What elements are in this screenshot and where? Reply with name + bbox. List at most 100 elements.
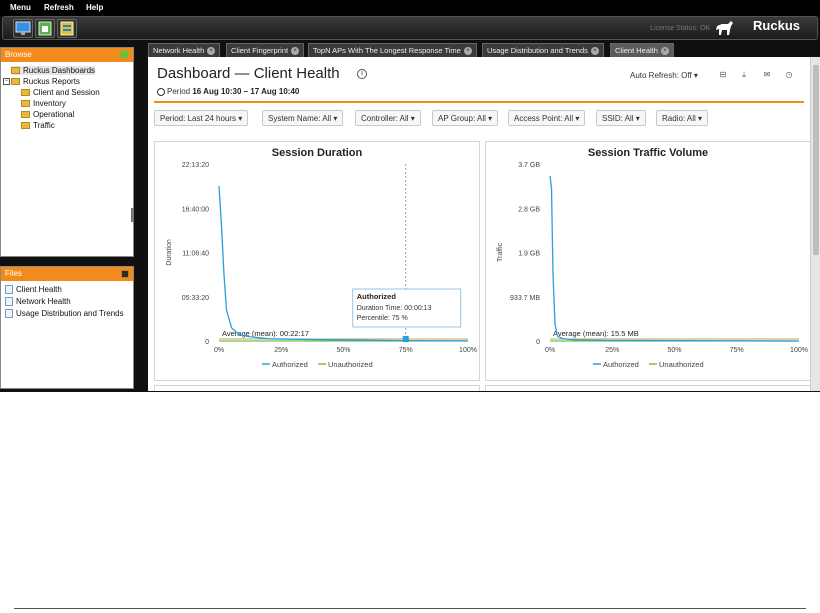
tooltip-line: Percentile: 75 % (357, 315, 408, 322)
files-title: Files (5, 269, 22, 278)
page-title: Dashboard — Client Health (157, 65, 340, 82)
series-authorized-line (549, 175, 800, 342)
legend-label-authorized: Authorized (603, 360, 639, 369)
tab-client-fingerprint[interactable]: Client Fingerprint × (226, 43, 305, 57)
close-icon[interactable]: × (590, 47, 599, 56)
folder-icon (21, 111, 30, 119)
browse-panel: Browse Ruckus Dashboards − Ruckus Reports… (0, 47, 134, 257)
y-tick-label: 22:13:20 (182, 162, 209, 169)
header-divider (154, 101, 804, 103)
email-icon[interactable]: ✉ (762, 70, 772, 80)
y-tick-label: 3.7 GB (518, 162, 540, 169)
auto-refresh-dropdown[interactable]: Auto Refresh: Off ▾ (630, 71, 698, 80)
file-icon (5, 285, 13, 295)
tab-usage-distribution[interactable]: Usage Distribution and Trends × (482, 43, 604, 57)
info-icon[interactable]: i (357, 69, 367, 79)
browse-title: Browse (5, 50, 32, 59)
page-divider (14, 608, 806, 609)
clock-icon (157, 87, 165, 96)
folder-icon (11, 78, 20, 86)
tab-network-health[interactable]: Network Health × (148, 43, 221, 57)
average-label: Average (mean): 15.5 MB (553, 329, 639, 338)
panel-resize-handle[interactable] (131, 208, 134, 222)
x-tick-label: 50% (667, 347, 681, 354)
close-icon[interactable]: × (291, 47, 300, 56)
scrollbar-thumb[interactable] (813, 65, 819, 255)
legend-label-unauthorized: Unauthorized (659, 360, 704, 369)
y-tick-label: 933.7 MB (510, 295, 540, 302)
period-label: Period 16 Aug 10:30 – 17 Aug 10:40 (157, 87, 299, 96)
folder-icon (21, 100, 30, 108)
filter-access-point[interactable]: Access Point: All ▾ (508, 110, 586, 126)
dashboard-content: Dashboard — Client Health i Period 16 Au… (148, 57, 812, 391)
x-tick-label: 50% (336, 347, 350, 354)
ruckus-dog-logo (714, 18, 734, 36)
session-traffic-chart[interactable]: 0 933.7 MB 1.9 GB 2.8 GB 3.7 GB 0% 25% 50% 75% 10… (486, 142, 812, 382)
monitor-icon[interactable] (13, 19, 33, 38)
close-icon[interactable]: × (660, 47, 669, 56)
folder-icon (11, 67, 20, 75)
filter-radio[interactable]: Radio: All ▾ (656, 110, 709, 126)
menu-item-menu[interactable]: Menu (10, 3, 31, 12)
brand-logo: Ruckus (753, 18, 800, 33)
close-icon[interactable]: × (207, 47, 216, 56)
files-header: Files (1, 267, 133, 281)
tree-item-ruckus-dashboards[interactable]: Ruckus Dashboards (11, 66, 96, 75)
x-tick-label: 75% (730, 347, 744, 354)
dashboard-icon[interactable] (35, 19, 55, 38)
tree-item-traffic[interactable]: Traffic (21, 121, 55, 130)
tree-item-ruckus-reports[interactable]: − Ruckus Reports (3, 77, 80, 86)
filter-period[interactable]: Period: Last 24 hours ▾ (154, 110, 249, 126)
y-tick-label: 2.8 GB (518, 206, 540, 213)
file-icon (5, 297, 13, 307)
file-item-client-health[interactable]: Client Health (5, 285, 62, 295)
refresh-icon[interactable] (120, 50, 129, 59)
file-item-usage-distribution[interactable]: Usage Distribution and Trends (5, 309, 124, 319)
y-tick-label: 0 (205, 339, 209, 346)
schedule-icon[interactable]: ◷ (784, 70, 794, 80)
folder-icon (21, 122, 30, 130)
folder-icon (21, 89, 30, 97)
y-tick-label: 16:40:00 (182, 206, 209, 213)
close-icon[interactable]: × (463, 47, 472, 56)
files-toolbar-icon[interactable] (121, 270, 129, 278)
x-tick-label: 75% (399, 347, 413, 354)
legend-label-unauthorized: Unauthorized (328, 360, 373, 369)
filter-ssid[interactable]: SSID: All ▾ (596, 110, 646, 126)
next-card-top (154, 385, 480, 391)
y-tick-label: 1.9 GB (518, 251, 540, 258)
file-item-network-health[interactable]: Network Health (5, 297, 71, 307)
hover-marker (402, 336, 409, 342)
y-tick-label: 0 (536, 339, 540, 346)
vertical-scrollbar[interactable] (810, 57, 820, 391)
menu-bar: Menu Refresh Help (0, 0, 820, 16)
x-tick-label: 25% (605, 347, 619, 354)
file-icon (5, 309, 13, 319)
app-window: Menu Refresh Help License Status: OK Ruc… (0, 0, 820, 392)
menu-item-refresh[interactable]: Refresh (44, 3, 74, 12)
x-tick-label: 25% (274, 347, 288, 354)
tab-topn-aps[interactable]: TopN APs With The Longest Response Time × (308, 43, 477, 57)
collapse-icon[interactable]: − (3, 78, 10, 86)
browse-header: Browse (1, 48, 133, 62)
x-tick-label: 0% (545, 347, 555, 354)
menu-item-help[interactable]: Help (86, 3, 103, 12)
filter-system-name[interactable]: System Name: All ▾ (262, 110, 344, 126)
report-icon[interactable] (57, 19, 77, 38)
filter-controller[interactable]: Controller: All ▾ (355, 110, 421, 126)
y-axis-label: Traffic (497, 242, 504, 262)
x-tick-label: 100% (459, 347, 477, 354)
tree-item-client-and-session[interactable]: Client and Session (21, 88, 100, 97)
tooltip-title: Authorized (357, 292, 397, 301)
tab-client-health[interactable]: Client Health × (610, 43, 674, 57)
x-tick-label: 0% (214, 347, 224, 354)
session-duration-chart[interactable]: 0 05:33:20 11:06:40 16:40:00 22:13:20 0% 25% 50… (155, 142, 481, 382)
tree-item-inventory[interactable]: Inventory (21, 99, 66, 108)
legend-label-authorized: Authorized (272, 360, 308, 369)
y-tick-label: 11:06:40 (182, 251, 209, 258)
minimize-icon[interactable]: ⊟ (718, 70, 728, 80)
filter-ap-group[interactable]: AP Group: All ▾ (432, 110, 499, 126)
tree-item-operational[interactable]: Operational (21, 110, 74, 119)
y-tick-label: 05:33:20 (182, 295, 209, 302)
download-icon[interactable]: ⤓ (739, 70, 749, 80)
